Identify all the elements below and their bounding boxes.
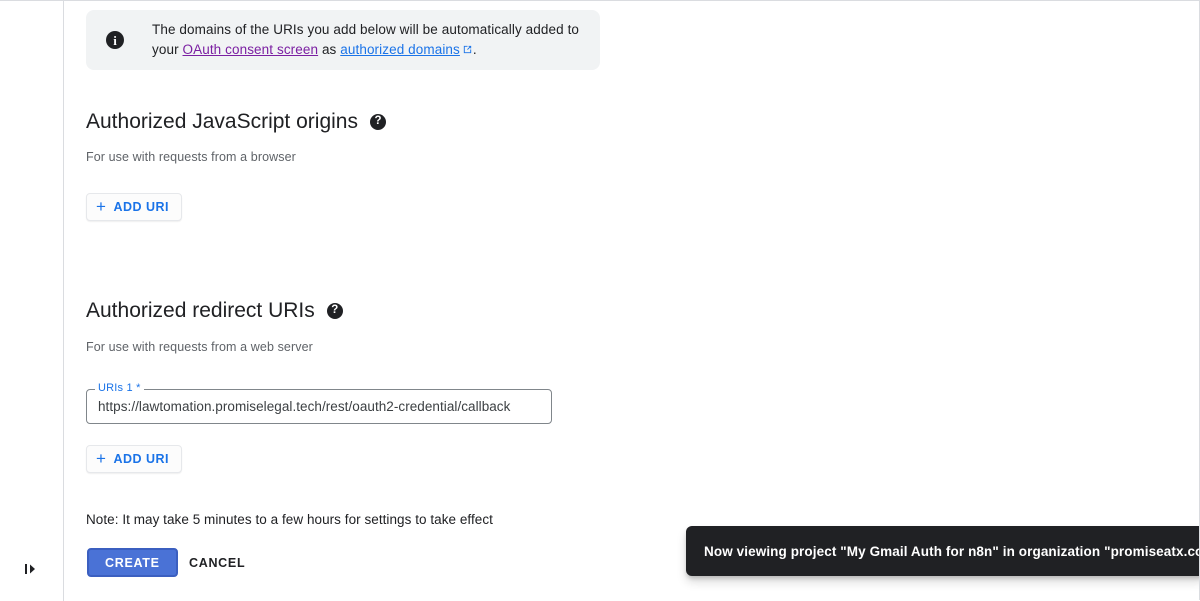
authorized-domains-label: authorized domains bbox=[340, 41, 460, 57]
expand-panel-icon[interactable] bbox=[18, 555, 46, 583]
plus-icon: + bbox=[96, 196, 107, 216]
uri-1-input[interactable] bbox=[87, 390, 551, 423]
cancel-button[interactable]: CANCEL bbox=[181, 548, 253, 577]
info-banner-text: The domains of the URIs you add below wi… bbox=[152, 20, 584, 61]
external-link-icon bbox=[462, 41, 473, 61]
create-button[interactable]: CREATE bbox=[87, 548, 178, 577]
help-icon[interactable]: ? bbox=[369, 114, 386, 130]
redirect-uris-heading-row: Authorized redirect URIs ? bbox=[86, 297, 343, 325]
uri-1-field: URIs 1 * bbox=[86, 382, 552, 424]
oauth-consent-screen-link[interactable]: OAuth consent screen bbox=[183, 42, 319, 57]
snackbar-toast: Now viewing project "My Gmail Auth for n… bbox=[686, 526, 1199, 576]
add-uri-label: ADD URI bbox=[113, 200, 170, 214]
main-content: i The domains of the URIs you add below … bbox=[65, 1, 1199, 600]
snackbar-message: Now viewing project "My Gmail Auth for n… bbox=[704, 543, 1199, 559]
js-origins-title: Authorized JavaScript origins bbox=[86, 110, 358, 133]
banner-text-part2: as bbox=[318, 41, 341, 57]
info-banner: i The domains of the URIs you add below … bbox=[86, 10, 600, 70]
add-uri-button-redirect-uris[interactable]: + ADD URI bbox=[86, 445, 183, 473]
js-origins-heading-row: Authorized JavaScript origins ? bbox=[86, 108, 386, 136]
add-uri-button-js-origins[interactable]: + ADD URI bbox=[86, 193, 183, 221]
banner-text-part3: . bbox=[472, 41, 477, 57]
authorized-domains-link[interactable]: authorized domains bbox=[340, 42, 460, 57]
js-origins-subtitle: For use with requests from a browser bbox=[86, 150, 296, 164]
help-icon[interactable]: ? bbox=[326, 303, 343, 319]
info-icon: i bbox=[106, 31, 124, 49]
redirect-uris-subtitle: For use with requests from a web server bbox=[86, 340, 313, 354]
redirect-uris-title: Authorized redirect URIs bbox=[86, 299, 315, 322]
add-uri-label: ADD URI bbox=[113, 452, 170, 466]
plus-icon: + bbox=[96, 448, 107, 468]
left-nav-rail bbox=[0, 1, 64, 601]
settings-delay-note: Note: It may take 5 minutes to a few hou… bbox=[86, 512, 493, 527]
